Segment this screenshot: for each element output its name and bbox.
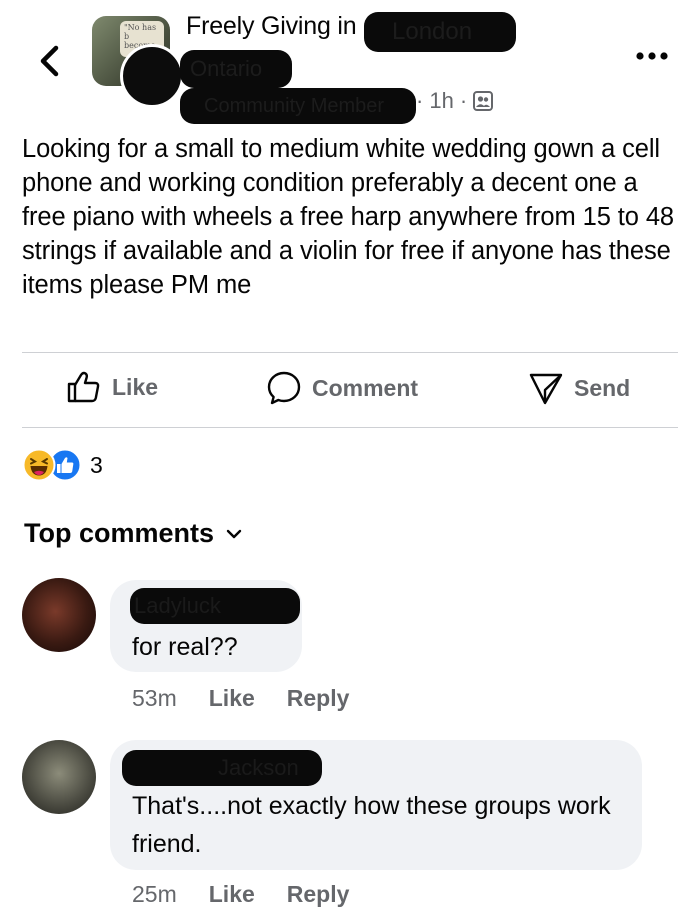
haha-icon — [22, 448, 56, 482]
post-actions-bar: Like Comment Send — [22, 356, 678, 426]
comments-sort-dropdown[interactable]: Top comments — [24, 518, 242, 549]
comment-time[interactable]: 25m — [132, 881, 177, 908]
like-label: Like — [112, 373, 159, 400]
like-button[interactable]: Like — [66, 370, 158, 404]
comment-text: for real?? — [132, 633, 238, 661]
comment-reply-button[interactable]: Reply — [287, 685, 350, 712]
comment-text: That's....not exactly how these groups w… — [132, 792, 611, 858]
thumbs-up-icon — [67, 371, 100, 403]
comment-time[interactable]: 53m — [132, 685, 177, 712]
commenter-avatar[interactable] — [22, 578, 96, 652]
group-name[interactable]: Freely Giving in — [186, 12, 357, 41]
redacted-commenter-name: Ladyluck — [130, 588, 300, 624]
post-body-text: Looking for a small to medium white wedd… — [22, 135, 675, 299]
comment-meta: 25m Like Reply — [132, 881, 349, 908]
comment-icon — [267, 371, 301, 405]
chevron-down-icon — [226, 529, 242, 538]
redacted-group-location: Ontario — [180, 50, 292, 88]
comments-section-title: Top comments — [24, 518, 215, 548]
members-icon — [473, 91, 494, 111]
author-avatar[interactable] — [120, 44, 184, 108]
more-options-icon[interactable] — [634, 48, 670, 64]
comment-like-button[interactable]: Like — [209, 881, 255, 908]
comment-reply-button[interactable]: Reply — [287, 881, 350, 908]
post-header: "No has b become Freely Giving in London… — [0, 0, 700, 125]
group-name-text: Freely Giving in — [186, 12, 357, 40]
reactions-summary[interactable]: 3 — [22, 448, 103, 482]
send-label: Send — [574, 374, 631, 401]
redacted-author-name: Community Member — [180, 88, 416, 124]
back-arrow-icon[interactable] — [36, 42, 64, 80]
comment-button[interactable]: Comment — [266, 370, 418, 406]
meta-separator: · — [459, 88, 468, 113]
divider — [22, 352, 678, 353]
post-meta: · 1h · — [416, 88, 494, 114]
redacted-group-name-tail: London — [364, 12, 516, 52]
redacted-commenter-name: Jackson — [122, 750, 322, 786]
send-icon — [529, 373, 563, 405]
comment-like-button[interactable]: Like — [209, 685, 255, 712]
meta-separator: · — [416, 88, 424, 113]
comment-label: Comment — [312, 374, 419, 401]
comment-meta: 53m Like Reply — [132, 685, 349, 712]
reaction-count: 3 — [90, 451, 103, 478]
send-button[interactable]: Send — [528, 370, 630, 406]
post-time[interactable]: 1h — [429, 88, 453, 114]
divider — [22, 427, 678, 428]
commenter-avatar[interactable] — [22, 740, 96, 814]
